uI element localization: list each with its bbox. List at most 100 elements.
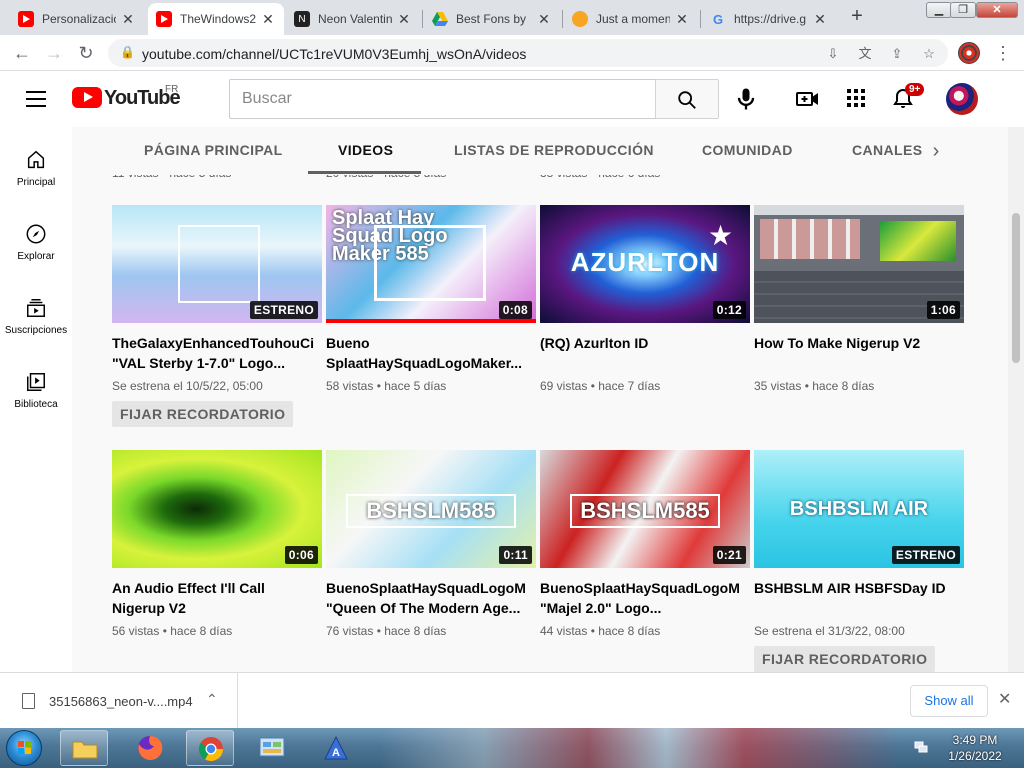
taskbar-chrome-button[interactable] [186, 730, 234, 766]
tab-close-icon[interactable]: ✕ [396, 11, 412, 28]
guide-item-biblioteca[interactable]: Biblioteca [0, 361, 72, 435]
guide-item-suscripciones[interactable]: Suscripciones [0, 287, 72, 361]
youtube-header: YouTube FR 9+ [0, 71, 1024, 127]
close-window-button[interactable]: ✕ [976, 2, 1018, 18]
video-title[interactable]: How To Make Nigerup V2 [754, 333, 964, 373]
browser-tab[interactable]: G https://drive.g ✕ [702, 3, 836, 35]
taskbar-control-panel-button[interactable] [248, 730, 296, 766]
video-card[interactable]: AZURLTON ★ 0:12 (RQ) Azurlton ID 69 vist… [540, 205, 750, 393]
back-button[interactable]: ← [10, 41, 34, 65]
video-card[interactable]: ESTRENO TheGalaxyEnhancedTouhouCi "VAL S… [112, 205, 322, 427]
tab-close-icon[interactable]: ✕ [536, 11, 552, 28]
video-card[interactable]: BSHBSLM AIR ESTRENO BSHBSLM AIR HSBFSDay… [754, 450, 964, 672]
tab-listas-de-reproduccion[interactable]: LISTAS DE REPRODUCCIÓN [454, 142, 654, 158]
forward-button[interactable]: → [42, 41, 66, 65]
start-button[interactable] [6, 730, 42, 766]
tab-close-icon[interactable]: ✕ [260, 11, 276, 28]
youtube-logo-icon[interactable] [72, 87, 102, 108]
tab-separator [562, 10, 563, 28]
download-item[interactable]: 35156863_neon-v....mp4 ⌃ [0, 673, 238, 729]
chrome-menu-icon[interactable]: ⋮ [994, 41, 1012, 65]
video-thumbnail[interactable]: AZURLTON ★ 0:12 [540, 205, 750, 323]
tab-pagina-principal[interactable]: PÁGINA PRINCIPAL [144, 142, 283, 158]
close-downloads-icon[interactable]: ✕ [998, 689, 1011, 709]
video-card[interactable]: 1:06 How To Make Nigerup V2 35 vistas • … [754, 205, 964, 393]
video-thumbnail[interactable]: 0:06 [112, 450, 322, 568]
url-text[interactable]: youtube.com/channel/UCTc1reVUM0V3Eumhj_w… [142, 46, 526, 62]
video-thumbnail[interactable]: BSHSLM585 0:21 [540, 450, 750, 568]
system-clock[interactable]: 3:49 PM 1/26/2022 [940, 732, 1010, 764]
menu-icon[interactable] [26, 91, 46, 107]
translate-icon[interactable]: 文 [856, 45, 874, 63]
set-reminder-button[interactable]: FIJAR RECORDATORIO [754, 646, 936, 672]
video-title[interactable]: (RQ) Azurlton ID [540, 333, 750, 373]
video-title[interactable]: TheGalaxyEnhancedTouhouCi "VAL Sterby 1-… [112, 333, 322, 373]
bookmark-star-icon[interactable]: ☆ [920, 45, 938, 63]
video-thumbnail[interactable]: ESTRENO [112, 205, 322, 323]
page-scrollbar[interactable] [1008, 127, 1024, 672]
scrollbar-thumb[interactable] [1012, 213, 1020, 363]
new-tab-button[interactable]: + [846, 5, 868, 29]
browser-tab[interactable]: Personalizació ✕ [10, 3, 144, 35]
video-thumbnail[interactable]: BSHBSLM AIR ESTRENO [754, 450, 964, 568]
search-button[interactable] [655, 79, 719, 119]
video-meta: 69 vistas • hace 7 días [540, 379, 661, 393]
share-icon[interactable]: ⇪ [888, 45, 906, 63]
minimize-window-button[interactable]: ▁ [926, 2, 952, 18]
tab-close-icon[interactable]: ✕ [120, 11, 136, 28]
taskbar-explorer-button[interactable] [60, 730, 108, 766]
tab-canales[interactable]: CANALES [852, 142, 922, 158]
video-title[interactable]: An Audio Effect I'll Call Nigerup V2 [112, 578, 322, 618]
tab-close-icon[interactable]: ✕ [674, 11, 690, 28]
avatar[interactable] [946, 83, 978, 115]
download-file-name[interactable]: 35156863_neon-v....mp4 [49, 694, 193, 709]
browser-tab[interactable]: Just a momen ✕ [564, 3, 698, 35]
windows-logo-icon [18, 741, 32, 755]
video-title-line: Bueno [326, 335, 370, 351]
star-icon: ★ [708, 220, 734, 251]
voice-search-button[interactable] [732, 85, 760, 113]
video-card[interactable]: 0:06 An Audio Effect I'll Call Nigerup V… [112, 450, 322, 638]
video-thumbnail[interactable]: Splaat Hay Squad Logo Maker 585 0:08 [326, 205, 536, 323]
search-input[interactable] [230, 80, 656, 118]
video-meta: 35 vistas • hace 8 días [754, 379, 875, 393]
video-title[interactable]: BuenoSplaatHaySquadLogoM "Queen Of The M… [326, 578, 536, 618]
browser-tab[interactable]: Best Fons by ✕ [424, 3, 560, 35]
tab-close-icon[interactable]: ✕ [812, 11, 828, 28]
set-reminder-button[interactable]: FIJAR RECORDATORIO [112, 401, 294, 427]
search-box[interactable] [229, 79, 656, 119]
guide-item-principal[interactable]: Principal [0, 139, 72, 213]
tab-title: Best Fons by [456, 12, 527, 26]
chevron-up-icon[interactable]: ⌃ [206, 691, 218, 708]
taskbar-firefox-button[interactable] [126, 730, 174, 766]
subscriptions-icon [27, 299, 45, 317]
video-thumbnail[interactable]: 1:06 [754, 205, 964, 323]
install-app-icon[interactable]: ⇩ [824, 45, 842, 63]
network-icon[interactable] [914, 740, 928, 754]
lock-icon[interactable]: 🔒 [120, 45, 135, 59]
show-all-downloads-button[interactable]: Show all [910, 685, 988, 717]
chevron-right-icon[interactable]: › [924, 139, 948, 163]
address-bar[interactable]: 🔒 youtube.com/channel/UCTc1reVUM0V3Eumhj… [108, 39, 948, 67]
tab-videos[interactable]: VIDEOS [338, 142, 393, 158]
video-title-line: "Queen Of The Modern Age... [326, 600, 521, 616]
maximize-window-button[interactable]: ❐ [950, 2, 976, 18]
video-thumbnail[interactable]: BSHSLM585 0:11 [326, 450, 536, 568]
video-card[interactable]: BSHSLM585 0:11 BuenoSplaatHaySquadLogoM … [326, 450, 536, 638]
browser-tab[interactable]: N Neon Valentin ✕ [286, 3, 420, 35]
extension-icon[interactable] [958, 42, 980, 64]
video-card[interactable]: Splaat Hay Squad Logo Maker 585 0:08 Bue… [326, 205, 536, 393]
create-video-icon[interactable] [795, 87, 821, 111]
guide-item-explorar[interactable]: Explorar [0, 213, 72, 287]
taskbar-app-button[interactable]: A [312, 730, 360, 766]
guide-item-label: Explorar [17, 251, 55, 262]
video-meta: Se estrena el 10/5/22, 05:00 [112, 379, 263, 393]
tab-comunidad[interactable]: COMUNIDAD [702, 142, 793, 158]
video-title[interactable]: Bueno SplaatHaySquadLogoMaker... [326, 333, 536, 373]
video-title[interactable]: BuenoSplaatHaySquadLogoM "Majel 2.0" Log… [540, 578, 750, 618]
browser-tab-active[interactable]: TheWindows2 ✕ [148, 3, 284, 35]
video-card[interactable]: BSHSLM585 0:21 BuenoSplaatHaySquadLogoM … [540, 450, 750, 638]
reload-button[interactable]: ↻ [74, 41, 98, 65]
video-title[interactable]: BSHBSLM AIR HSBFSDay ID [754, 578, 964, 618]
apps-grid-icon[interactable] [845, 87, 871, 111]
